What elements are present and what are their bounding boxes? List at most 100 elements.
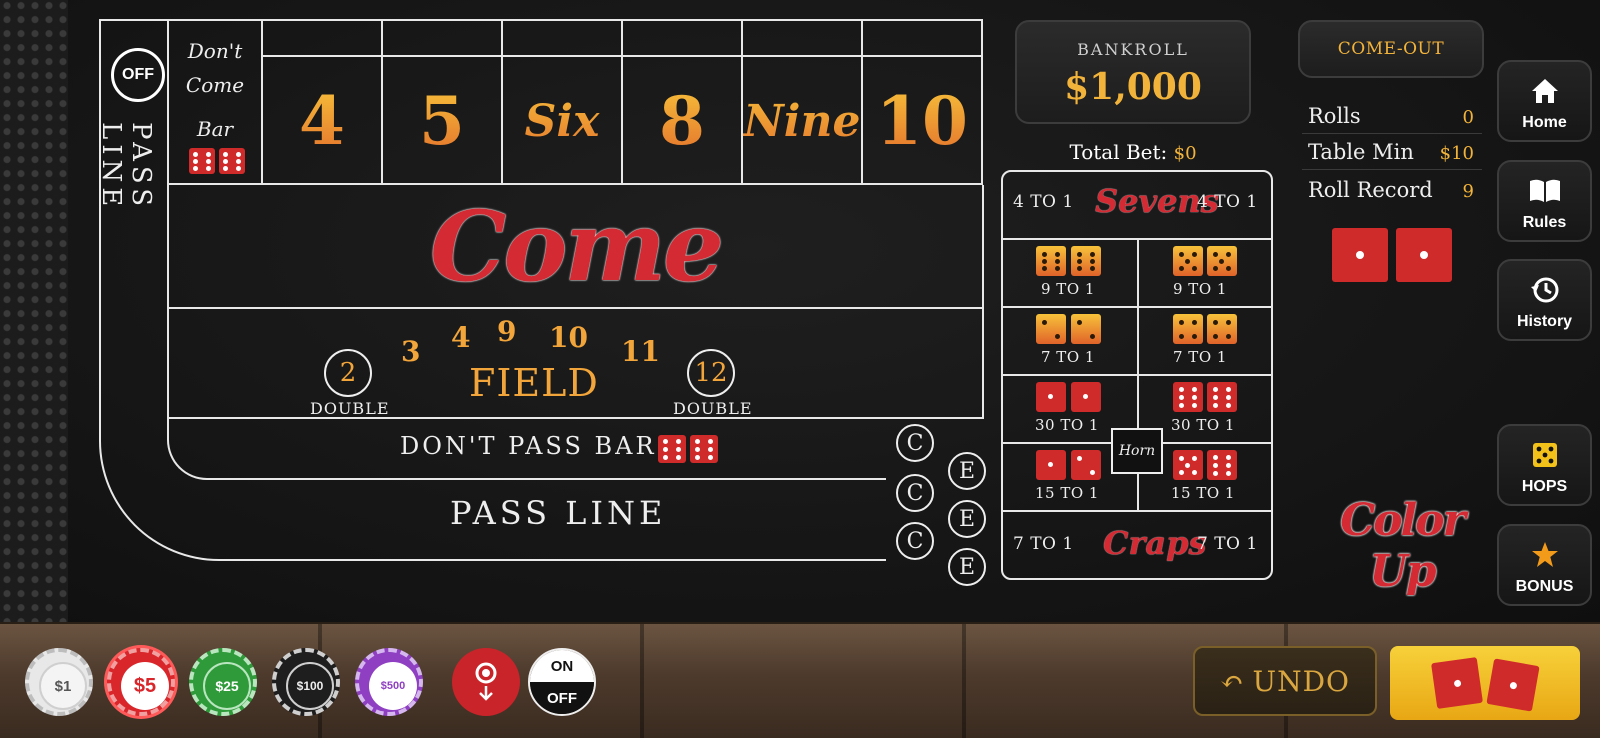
table-rail	[0, 0, 68, 622]
craps-odds: 7 TO 1	[1013, 534, 1074, 554]
home-icon	[1499, 74, 1590, 108]
field-double-2: 2	[324, 349, 372, 397]
dont-come-line2: Come	[185, 73, 245, 97]
eleven-bet-e[interactable]: E	[948, 452, 986, 490]
field-number: 11	[621, 335, 660, 368]
dice-icon	[1207, 450, 1237, 480]
field-number: 9	[497, 315, 517, 348]
bankroll-panel: BANKROLL $1,000	[1015, 20, 1251, 124]
chip-25[interactable]: $25	[189, 648, 257, 716]
stat-value: 0	[1462, 107, 1474, 128]
point-number: 4	[263, 57, 381, 185]
craps-bet-c[interactable]: C	[896, 424, 934, 462]
hard-6-bet[interactable]: 9 TO 1	[1001, 238, 1137, 306]
field-double-label: DOUBLE	[310, 399, 390, 418]
total-bet-label: Total Bet:	[1069, 140, 1168, 164]
lay-strip[interactable]	[503, 21, 621, 57]
point-number: Six	[503, 57, 621, 185]
color-up-button[interactable]: Color Up	[1318, 495, 1486, 597]
stat-value: $10	[1439, 143, 1474, 164]
nav-label: BONUS	[1515, 578, 1574, 595]
stat-rolls: Rolls 0	[1302, 98, 1482, 134]
history-icon	[1499, 273, 1590, 307]
place-bet-9[interactable]: Nine	[743, 19, 863, 185]
stat-table-min: Table Min $10	[1302, 134, 1482, 170]
eleven-bet-e[interactable]: E	[948, 500, 986, 538]
craps-bet-c[interactable]: C	[896, 522, 934, 560]
bets-on-off-toggle[interactable]: ON OFF	[528, 648, 596, 716]
eleven-bet-e[interactable]: E	[948, 548, 986, 586]
place-bet-4[interactable]: 4	[263, 19, 383, 185]
roll-dice-button[interactable]	[1390, 646, 1580, 720]
craps-bet-c[interactable]: C	[896, 474, 934, 512]
dice-icon	[1486, 658, 1540, 712]
prop-odds: 15 TO 1	[1171, 484, 1235, 502]
lay-strip[interactable]	[743, 21, 861, 57]
dont-pass-bar-label: DON'T PASS BAR	[400, 432, 657, 460]
come-out-status: COME-OUT	[1298, 20, 1484, 78]
nav-label: Rules	[1522, 214, 1567, 231]
prop-odds: 30 TO 1	[1171, 416, 1235, 434]
star-icon	[1499, 538, 1590, 572]
sevens-odds: 4 TO 1	[1013, 192, 1074, 212]
stat-label: Roll Record	[1308, 178, 1433, 202]
last-roll-die	[1332, 228, 1388, 282]
prop-odds: 7 TO 1	[1041, 348, 1095, 366]
hops-button[interactable]: HOPS	[1497, 424, 1592, 506]
chip-500[interactable]: $500	[355, 648, 423, 716]
dice-icon	[1036, 382, 1066, 412]
dice-icon	[1173, 382, 1203, 412]
dice-icon	[189, 148, 215, 174]
pass-line-label: PASS LINE	[450, 494, 667, 532]
place-bet-6[interactable]: Six	[503, 19, 623, 185]
dice-icon	[1071, 450, 1101, 480]
craps-bet[interactable]: 7 TO 1 Craps 7 TO 1	[1003, 512, 1271, 580]
undo-button[interactable]: ↶ UNDO	[1193, 646, 1377, 716]
dont-come-bar[interactable]: Don't Come Bar	[167, 19, 263, 185]
lay-strip[interactable]	[623, 21, 741, 57]
horn-bet[interactable]: Horn	[1111, 428, 1163, 474]
history-button[interactable]: History	[1497, 259, 1592, 341]
lay-strip[interactable]	[263, 21, 381, 57]
stat-label: Rolls	[1308, 104, 1361, 128]
come-area[interactable]: Come	[167, 185, 984, 309]
hard-10-bet[interactable]: 7 TO 1	[1001, 306, 1137, 374]
dice-icon	[1036, 314, 1066, 344]
chip-label: $25	[203, 662, 251, 710]
place-bet-8[interactable]: 8	[623, 19, 743, 185]
hard-8-bet[interactable]: 9 TO 1	[1137, 238, 1273, 306]
field-area[interactable]: 2 DOUBLE 3 4 9 10 11 FIELD 12 DOUBLE	[167, 309, 984, 419]
lay-strip[interactable]	[383, 21, 501, 57]
total-bet-value: $0	[1173, 143, 1197, 164]
dice-icon	[1431, 657, 1483, 709]
chip-label: $100	[286, 662, 334, 710]
home-button[interactable]: Home	[1497, 60, 1592, 142]
place-bet-5[interactable]: 5	[383, 19, 503, 185]
point-number: 5	[383, 57, 501, 185]
dice-icon	[1071, 314, 1101, 344]
bankroll-amount: $1,000	[1064, 66, 1202, 108]
dont-come-line1: Don't	[187, 39, 243, 63]
last-roll-die	[1396, 228, 1452, 282]
sevens-bet[interactable]: 4 TO 1 Sevens 4 TO 1	[1003, 172, 1271, 240]
chip-label: $500	[369, 662, 417, 710]
chip-5[interactable]: $5	[107, 648, 175, 716]
lay-strip[interactable]	[863, 21, 981, 57]
nav-label: Home	[1522, 114, 1567, 131]
chip-100[interactable]: $100	[272, 648, 340, 716]
bonus-button[interactable]: BONUS	[1497, 524, 1592, 606]
undo-label: UNDO	[1252, 664, 1350, 698]
remove-bet-button[interactable]	[452, 648, 520, 716]
stat-label: Table Min	[1308, 140, 1414, 164]
chip-1[interactable]: $1	[25, 648, 93, 716]
toggle-on-label: ON	[530, 650, 594, 682]
chip-label: $5	[121, 662, 169, 710]
place-bet-10[interactable]: 10	[863, 19, 983, 185]
off-puck: OFF	[111, 48, 165, 102]
dice-icon	[1173, 314, 1203, 344]
book-icon	[1499, 174, 1590, 208]
hard-4-bet[interactable]: 7 TO 1	[1137, 306, 1273, 374]
rules-button[interactable]: Rules	[1497, 160, 1592, 242]
dice-icon	[1207, 246, 1237, 276]
field-number: 3	[401, 335, 421, 368]
